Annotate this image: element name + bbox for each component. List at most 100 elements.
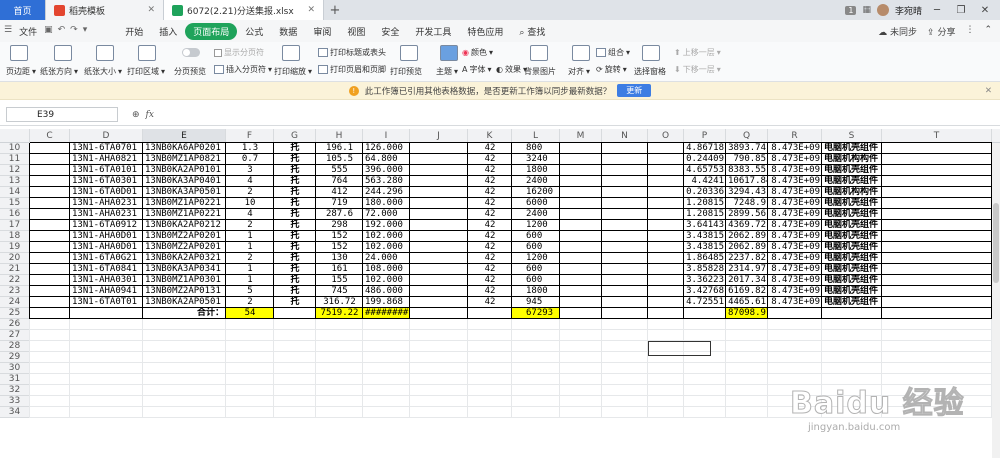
cell-f25[interactable]: 54: [226, 308, 274, 319]
floating-shape[interactable]: [648, 341, 711, 356]
cell-q19[interactable]: 2062.89: [726, 242, 768, 253]
cell-l17[interactable]: 1200: [512, 220, 560, 231]
cell-l13[interactable]: 2400: [512, 176, 560, 187]
cell-f15[interactable]: 10: [226, 198, 274, 209]
cell-q11[interactable]: 790.85: [726, 154, 768, 165]
cell-e25[interactable]: 合计：: [143, 308, 226, 319]
column-header-c[interactable]: C: [30, 129, 70, 143]
cell-h22[interactable]: 155: [316, 275, 363, 286]
tab-review[interactable]: 审阅: [305, 25, 339, 38]
cell-e13[interactable]: 13NB0KA3AP0401: [143, 176, 226, 187]
cell-f24[interactable]: 2: [226, 297, 274, 308]
cell-p20[interactable]: 1.86485: [684, 253, 726, 264]
cell-p13[interactable]: 4.4241: [684, 176, 726, 187]
cell-l15[interactable]: 6000: [512, 198, 560, 209]
cell-i25[interactable]: ########: [363, 308, 410, 319]
cell-p22[interactable]: 3.36223: [684, 275, 726, 286]
cell-g18[interactable]: 托: [274, 231, 316, 242]
minimize-icon[interactable]: ─: [928, 5, 946, 16]
cell-r21[interactable]: 8.473E+09: [768, 264, 822, 275]
row-header[interactable]: 31: [0, 374, 30, 385]
close-window-icon[interactable]: ✕: [976, 5, 994, 16]
cell-p12[interactable]: 4.65753: [684, 165, 726, 176]
cell-d15[interactable]: 13N1-AHA0231: [70, 198, 143, 209]
selection-pane-icon[interactable]: [642, 45, 660, 61]
cell-g23[interactable]: 托: [274, 286, 316, 297]
cell-s10[interactable]: 电脑机壳组件: [822, 143, 882, 154]
cell-l18[interactable]: 600: [512, 231, 560, 242]
redo-icon[interactable]: ↷: [70, 25, 78, 38]
colors-button[interactable]: ◉ 颜色 ▾: [462, 47, 493, 58]
group-button[interactable]: 组合 ▾: [596, 47, 630, 58]
header-footer-button[interactable]: 打印页眉和页脚: [318, 64, 386, 75]
cell-i11[interactable]: 64.800: [363, 154, 410, 165]
orientation-button[interactable]: 纸张方向 ▾: [40, 66, 78, 77]
cell-r14[interactable]: 8.473E+09: [768, 187, 822, 198]
cell-k21[interactable]: 42: [468, 264, 512, 275]
cell-r11[interactable]: 8.473E+09: [768, 154, 822, 165]
cell-e17[interactable]: 13NB0KA2AP0212: [143, 220, 226, 231]
cell-s23[interactable]: 电脑机壳组件: [822, 286, 882, 297]
user-name[interactable]: 李宛晴: [895, 4, 922, 17]
row-header[interactable]: 16: [0, 209, 30, 220]
cell-f14[interactable]: 2: [226, 187, 274, 198]
cell-f23[interactable]: 5: [226, 286, 274, 297]
cell-e20[interactable]: 13NB0KA2AP0321: [143, 253, 226, 264]
close-icon[interactable]: ✕: [307, 5, 315, 15]
cell-s21[interactable]: 电脑机壳组件: [822, 264, 882, 275]
cell-h18[interactable]: 152: [316, 231, 363, 242]
name-box[interactable]: E39: [6, 107, 118, 122]
cell-q12[interactable]: 8383.55: [726, 165, 768, 176]
tab-featured[interactable]: 特色应用: [459, 25, 511, 38]
cell-i24[interactable]: 199.868: [363, 297, 410, 308]
cell-d10[interactable]: 13N1-6TA0701: [70, 143, 143, 154]
cell-i22[interactable]: 102.000: [363, 275, 410, 286]
spreadsheet-grid[interactable]: CDEFGHIJKLMNOPQRST 10 11 12 13 14 15 16 17 18 19 2…: [0, 129, 1000, 458]
column-header-q[interactable]: Q: [726, 129, 768, 143]
cell-h23[interactable]: 745: [316, 286, 363, 297]
cell-d16[interactable]: 13N1-AHA0231: [70, 209, 143, 220]
cell-s11[interactable]: 电脑机构构件: [822, 154, 882, 165]
cell-i18[interactable]: 102.000: [363, 231, 410, 242]
new-tab-button[interactable]: +: [324, 0, 346, 20]
column-header-k[interactable]: K: [468, 129, 512, 143]
cell-r16[interactable]: 8.473E+09: [768, 209, 822, 220]
cell-p23[interactable]: 3.42768: [684, 286, 726, 297]
insert-page-break-button[interactable]: 插入分页符 ▾: [214, 64, 272, 75]
cell-d17[interactable]: 13N1-6TA0912: [70, 220, 143, 231]
cell-q21[interactable]: 2314.97: [726, 264, 768, 275]
zoom-icon[interactable]: ⊕: [132, 110, 140, 120]
cell-s20[interactable]: 电脑机壳组件: [822, 253, 882, 264]
column-header-f[interactable]: F: [226, 129, 274, 143]
column-header-l[interactable]: L: [512, 129, 560, 143]
cell-i16[interactable]: 72.000: [363, 209, 410, 220]
selection-pane-button[interactable]: 选择窗格: [634, 66, 666, 77]
cell-l20[interactable]: 1200: [512, 253, 560, 264]
cell-r17[interactable]: 8.473E+09: [768, 220, 822, 231]
cell-h19[interactable]: 152: [316, 242, 363, 253]
cell-l24[interactable]: 945: [512, 297, 560, 308]
vertical-scrollbar[interactable]: [992, 143, 1000, 458]
rotate-button[interactable]: ⟳ 旋转 ▾: [596, 64, 627, 75]
cell-s22[interactable]: 电脑机壳组件: [822, 275, 882, 286]
cell-q13[interactable]: 10617.84: [726, 176, 768, 187]
cell-f13[interactable]: 4: [226, 176, 274, 187]
cell-q22[interactable]: 2017.34: [726, 275, 768, 286]
print-titles-button[interactable]: 打印标题或表头: [318, 47, 386, 58]
cell-g19[interactable]: 托: [274, 242, 316, 253]
cell-q20[interactable]: 2237.82: [726, 253, 768, 264]
row-header[interactable]: 23: [0, 286, 30, 297]
cell-l14[interactable]: 16200: [512, 187, 560, 198]
send-backward-button[interactable]: ⬇ 下移一层 ▾: [674, 64, 721, 75]
column-header-r[interactable]: R: [768, 129, 822, 143]
row-header[interactable]: 25: [0, 308, 30, 319]
more-icon[interactable]: ⋮: [965, 25, 974, 38]
cell-e16[interactable]: 13NB0MZ1AP0221: [143, 209, 226, 220]
column-header-h[interactable]: H: [316, 129, 363, 143]
file-menu[interactable]: 文件: [17, 25, 39, 38]
tab-view[interactable]: 视图: [339, 25, 373, 38]
cell-i14[interactable]: 244.296: [363, 187, 410, 198]
cell-p19[interactable]: 3.43815: [684, 242, 726, 253]
cell-e21[interactable]: 13NB0KA3AP0341: [143, 264, 226, 275]
align-button[interactable]: 对齐 ▾: [568, 66, 590, 77]
